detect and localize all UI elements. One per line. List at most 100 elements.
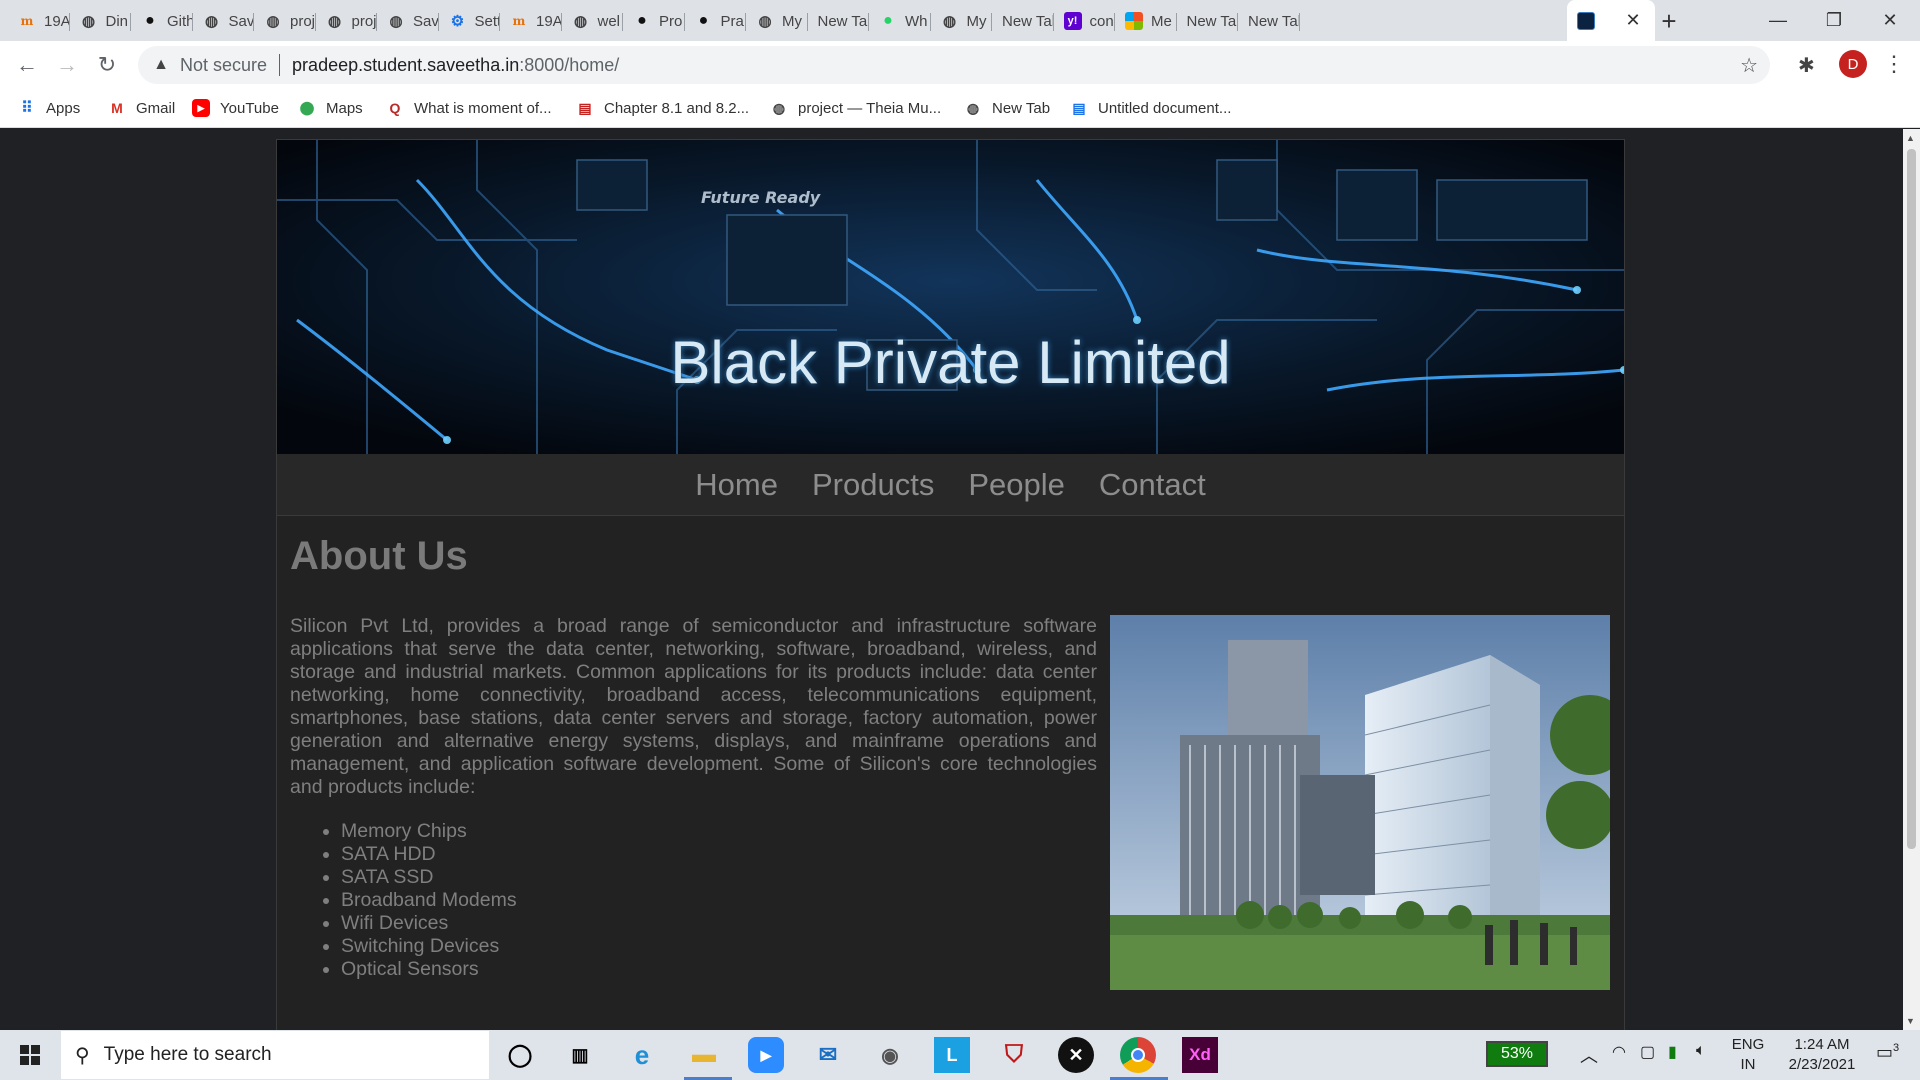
bookmark-item[interactable]: ⠿ Apps (18, 96, 80, 120)
edge-icon[interactable]: e (624, 1037, 660, 1073)
notifications-icon[interactable]: ▭3 (1876, 1042, 1899, 1063)
browser-tab[interactable]: m 19A (500, 6, 562, 36)
language-indicator[interactable]: ENG IN (1728, 1035, 1768, 1075)
close-window-button[interactable]: ✕ (1862, 0, 1918, 41)
wifi-icon[interactable]: ◠ (1612, 1042, 1626, 1062)
browser-tab[interactable]: New Tab (808, 6, 869, 36)
address-bar[interactable]: ▲ Not secure pradeep.student.saveetha.in… (138, 46, 1770, 84)
clock[interactable]: 1:24 AM 2/23/2021 (1772, 1035, 1872, 1075)
l-app-icon[interactable]: L (934, 1037, 970, 1073)
scroll-up-arrow-icon[interactable]: ▲ (1906, 133, 1915, 143)
device-icon[interactable]: ▢ (1640, 1042, 1655, 1062)
whatsapp-icon: ● (883, 12, 893, 29)
bookmark-item[interactable]: ▶ YouTube (192, 96, 279, 120)
restore-button[interactable]: ❐ (1806, 0, 1862, 41)
tab-label: 19A (44, 12, 70, 30)
site-container: Future Ready Black Private Limited Home … (276, 139, 1625, 1030)
scrollbar-thumb[interactable] (1907, 149, 1916, 849)
extensions-puzzle-icon[interactable]: ✱ (1798, 53, 1815, 78)
tab-label: Pro (659, 12, 683, 30)
bookmark-item[interactable]: ▤ Chapter 8.1 and 8.2... (576, 96, 749, 120)
nav-products[interactable]: Products (812, 467, 934, 503)
url-host[interactable]: pradeep.student.saveetha.in (292, 55, 519, 76)
bookmark-item[interactable]: ▤ Untitled document... (1070, 96, 1231, 120)
file-explorer-icon[interactable]: ▬ (686, 1037, 722, 1073)
taskbar-search-box[interactable]: ⚲ Type here to search (61, 1031, 489, 1079)
security-label[interactable]: Not secure (180, 55, 267, 76)
browser-tab[interactable]: ● Gith (131, 6, 193, 36)
task-view-icon[interactable]: ▥ (562, 1037, 598, 1073)
m-icon: m (20, 14, 34, 28)
chrome-icon[interactable] (1120, 1037, 1156, 1073)
browser-tab[interactable]: ◍ Sav (377, 6, 439, 36)
browser-tab[interactable]: ● Wh (869, 6, 931, 36)
nav-home[interactable]: Home (695, 467, 778, 503)
active-tab[interactable]: ✕ (1567, 0, 1655, 41)
browser-tab[interactable]: m 19A (8, 6, 70, 36)
browser-tab[interactable]: ● Pro (623, 6, 685, 36)
battery-tray-icon[interactable]: ▮ (1668, 1042, 1677, 1062)
browser-tab[interactable]: ⚙ Sett (439, 6, 500, 36)
menu-kebab-icon[interactable]: ⋮ (1883, 51, 1905, 77)
tab-label: Wh (905, 12, 928, 30)
bookmark-star-icon[interactable]: ☆ (1740, 53, 1758, 78)
volume-icon[interactable]: 🔈︎ (1696, 1042, 1706, 1060)
nav-contact[interactable]: Contact (1099, 467, 1206, 503)
bookmark-item[interactable]: ◍ project — Theia Mu... (770, 96, 941, 120)
minimize-button[interactable]: — (1750, 0, 1806, 41)
browser-tab[interactable]: ◍ My (746, 6, 808, 36)
globe-icon: ◍ (942, 13, 957, 30)
warning-icon[interactable]: ▲ (150, 56, 172, 74)
reload-button[interactable]: ↻ (91, 49, 123, 81)
new-tab-button[interactable]: + (1654, 6, 1684, 36)
mcafee-icon[interactable]: ⛉ (996, 1037, 1032, 1073)
bookmark-label: project — Theia Mu... (798, 99, 942, 117)
browser-tab[interactable]: New Tab (992, 6, 1054, 36)
bookmark-label: Maps (326, 99, 363, 117)
bookmark-item[interactable]: Q What is moment of... (386, 96, 552, 120)
browser-tab[interactable]: ◍ Sav (193, 6, 254, 36)
browser-tab[interactable]: ● Pra (685, 6, 746, 36)
bookmark-item[interactable]: ⬤ Maps (298, 96, 363, 120)
back-button[interactable]: ← (11, 49, 43, 81)
nav-people[interactable]: People (968, 467, 1065, 503)
windows-start-button[interactable] (0, 1030, 60, 1080)
tab-label: Pra (720, 12, 744, 30)
battery-indicator[interactable]: 53% (1486, 1041, 1548, 1067)
browser-tab[interactable]: ◍ proj (254, 6, 316, 36)
page-viewport: Future Ready Black Private Limited Home … (0, 129, 1903, 1030)
xbox-icon[interactable]: ✕ (1058, 1037, 1094, 1073)
browser-tab[interactable]: ◍ My (931, 6, 992, 36)
zoom-icon[interactable]: ▶ (748, 1037, 784, 1073)
taskbar-search-placeholder[interactable]: Type here to search (104, 1044, 272, 1066)
tab-strip: m 19A ◍ Din ● Gith ◍ Sav ◍ proj ◍ proj ◍ Sav ⚙ Sett m 19A… (0, 0, 1920, 41)
forward-button[interactable]: → (51, 49, 83, 81)
browser-tab[interactable]: ◍ Din (70, 6, 131, 36)
browser-tab[interactable]: ◍ proj (316, 6, 377, 36)
mail-icon[interactable]: ✉ (810, 1037, 846, 1073)
camera-icon[interactable]: ◉ (872, 1037, 908, 1073)
browser-tab[interactable]: ◍ wel (562, 6, 623, 36)
list-item: Wifi Devices (341, 912, 517, 935)
close-tab-icon[interactable]: ✕ (1623, 10, 1643, 31)
browser-tab[interactable]: y! con (1054, 6, 1115, 36)
bookmark-label: YouTube (220, 99, 279, 117)
bookmark-item[interactable]: ◍ New Tab (964, 96, 1050, 120)
bookmark-label: Chapter 8.1 and 8.2... (604, 99, 750, 117)
bookmark-label: What is moment of... (414, 99, 552, 117)
cortana-icon[interactable]: ◯ (502, 1037, 538, 1073)
profile-avatar[interactable]: D (1839, 50, 1867, 78)
browser-tab[interactable]: New Tab (1177, 6, 1238, 36)
bookmark-item[interactable]: M Gmail (108, 96, 175, 120)
adobe-xd-icon[interactable]: Xd (1182, 1037, 1218, 1073)
tray-chevron-icon[interactable]: ︿ (1580, 1042, 1598, 1068)
tab-label: proj (290, 12, 316, 30)
scroll-down-arrow-icon[interactable]: ▼ (1906, 1016, 1915, 1026)
circuit-board-image (277, 140, 1624, 454)
page-scrollbar[interactable]: ▲ ▼ (1903, 129, 1920, 1030)
url-path[interactable]: :8000/home/ (519, 55, 619, 76)
browser-tab[interactable]: New Tab (1238, 6, 1300, 36)
slides-icon: ▤ (578, 99, 592, 116)
tab-label: Din (105, 12, 129, 30)
browser-tab[interactable]: Me (1115, 6, 1177, 36)
